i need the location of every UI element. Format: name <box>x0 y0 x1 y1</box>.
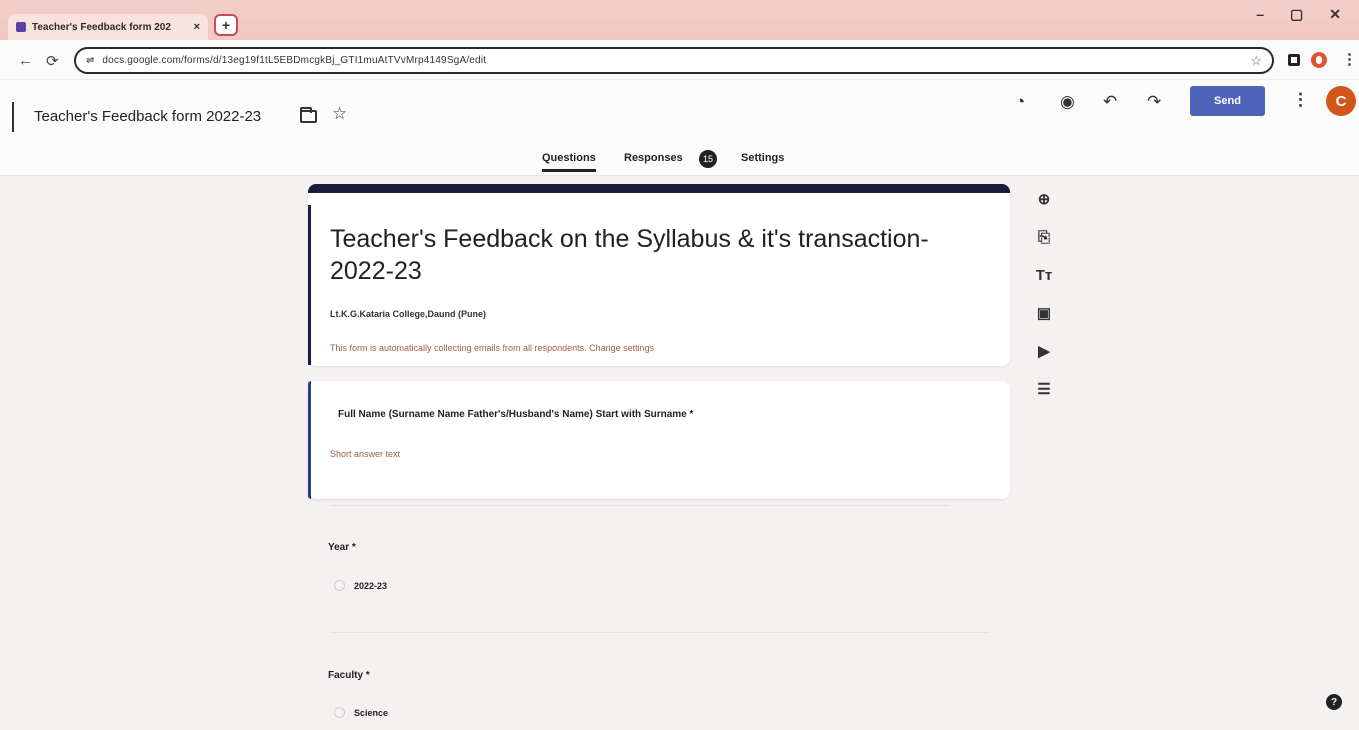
question-title-faculty[interactable]: Faculty * <box>328 670 370 681</box>
undo-icon[interactable]: ↶ <box>1103 92 1117 112</box>
close-tab-icon[interactable]: × <box>194 21 200 33</box>
radio-option-year[interactable] <box>334 580 345 591</box>
add-video-icon[interactable]: ▶ <box>1035 342 1053 360</box>
star-icon[interactable]: ☆ <box>332 104 347 124</box>
form-description[interactable]: Lt.K.G.Kataria College,Daund (Pune) <box>330 309 486 319</box>
divider <box>330 505 950 506</box>
browser-tab-bar: Teacher's Feedback form 202 × + – ▢ ✕ <box>0 0 1359 40</box>
reload-icon[interactable]: ⟳ <box>46 52 59 70</box>
address-bar[interactable]: ⇌ docs.google.com/forms/d/13eg19f1tL5EBD… <box>74 47 1274 74</box>
bookmark-star-icon[interactable]: ☆ <box>1250 53 1262 69</box>
form-tabs: Questions Responses 15 Settings <box>0 150 1359 176</box>
move-to-folder-icon[interactable] <box>300 107 317 123</box>
maximize-button[interactable]: ▢ <box>1290 6 1303 23</box>
sidepanel-icon[interactable] <box>1288 54 1300 66</box>
responses-count-badge: 15 <box>699 150 717 168</box>
document-title[interactable]: Teacher's Feedback form 2022-23 <box>34 108 261 125</box>
window-controls: – ▢ ✕ <box>1256 6 1341 23</box>
selected-card-accent <box>308 205 311 365</box>
more-options-icon[interactable]: ⋮ <box>1292 90 1309 110</box>
question-title[interactable]: Full Name (Surname Name Father's/Husband… <box>338 409 693 420</box>
question-card-accent <box>308 381 311 499</box>
tab-responses[interactable]: Responses <box>624 152 683 164</box>
send-button[interactable]: Send <box>1190 86 1265 116</box>
address-toolbar: ← ⟳ ⇌ docs.google.com/forms/d/13eg19f1tL… <box>0 40 1359 80</box>
email-collection-note[interactable]: This form is automatically collecting em… <box>330 343 654 353</box>
form-editor: Teacher's Feedback on the Syllabus & it'… <box>0 176 1359 730</box>
import-questions-icon[interactable]: ⎘ <box>1035 228 1053 246</box>
radio-option-faculty[interactable] <box>334 707 345 718</box>
browser-menu-icon[interactable]: ⋮ <box>1342 50 1357 68</box>
url-text: docs.google.com/forms/d/13eg19f1tL5EBDmc… <box>102 55 487 66</box>
short-answer-placeholder: Short answer text <box>330 449 401 459</box>
add-title-icon[interactable]: Tт <box>1035 266 1053 284</box>
browser-tab-title: Teacher's Feedback form 202 <box>32 21 171 33</box>
form-title-card[interactable]: Teacher's Feedback on the Syllabus & it'… <box>308 184 1010 366</box>
minimize-button[interactable]: – <box>1256 6 1264 23</box>
close-window-button[interactable]: ✕ <box>1329 6 1341 23</box>
add-image-icon[interactable]: ▣ <box>1035 304 1053 322</box>
option-label-faculty: Science <box>354 708 389 718</box>
forms-logo-edge <box>12 102 14 132</box>
customize-theme-icon[interactable]: ◔ <box>1015 92 1025 112</box>
tab-settings[interactable]: Settings <box>741 152 784 164</box>
forms-header: Teacher's Feedback form 2022-23 ☆ ◔ ◉ ↶ … <box>0 80 1359 176</box>
avatar[interactable]: C <box>1326 86 1356 116</box>
question-card-full-name[interactable]: Full Name (Surname Name Father's/Husband… <box>308 381 1010 499</box>
preview-eye-icon[interactable]: ◉ <box>1060 92 1075 112</box>
add-section-icon[interactable]: ☰ <box>1035 380 1053 398</box>
redo-icon[interactable]: ↷ <box>1147 92 1161 112</box>
new-tab-button[interactable]: + <box>214 14 238 36</box>
add-question-icon[interactable]: ⊕ <box>1035 190 1053 208</box>
form-title[interactable]: Teacher's Feedback on the Syllabus & it'… <box>330 223 970 287</box>
option-label-year: 2022-23 <box>354 581 388 591</box>
tab-questions[interactable]: Questions <box>542 152 596 172</box>
back-arrow-icon[interactable]: ← <box>18 52 33 69</box>
divider <box>330 632 990 633</box>
help-icon[interactable]: ? <box>1326 694 1342 710</box>
site-info-icon[interactable]: ⇌ <box>86 55 94 66</box>
forms-favicon-icon <box>16 22 26 32</box>
question-title-year[interactable]: Year * <box>328 542 356 553</box>
floating-toolbar: ⊕ ⎘ Tт ▣ ▶ ☰ <box>1030 190 1058 398</box>
browser-tab[interactable]: Teacher's Feedback form 202 × <box>8 14 208 40</box>
extension-icon[interactable] <box>1311 52 1327 68</box>
